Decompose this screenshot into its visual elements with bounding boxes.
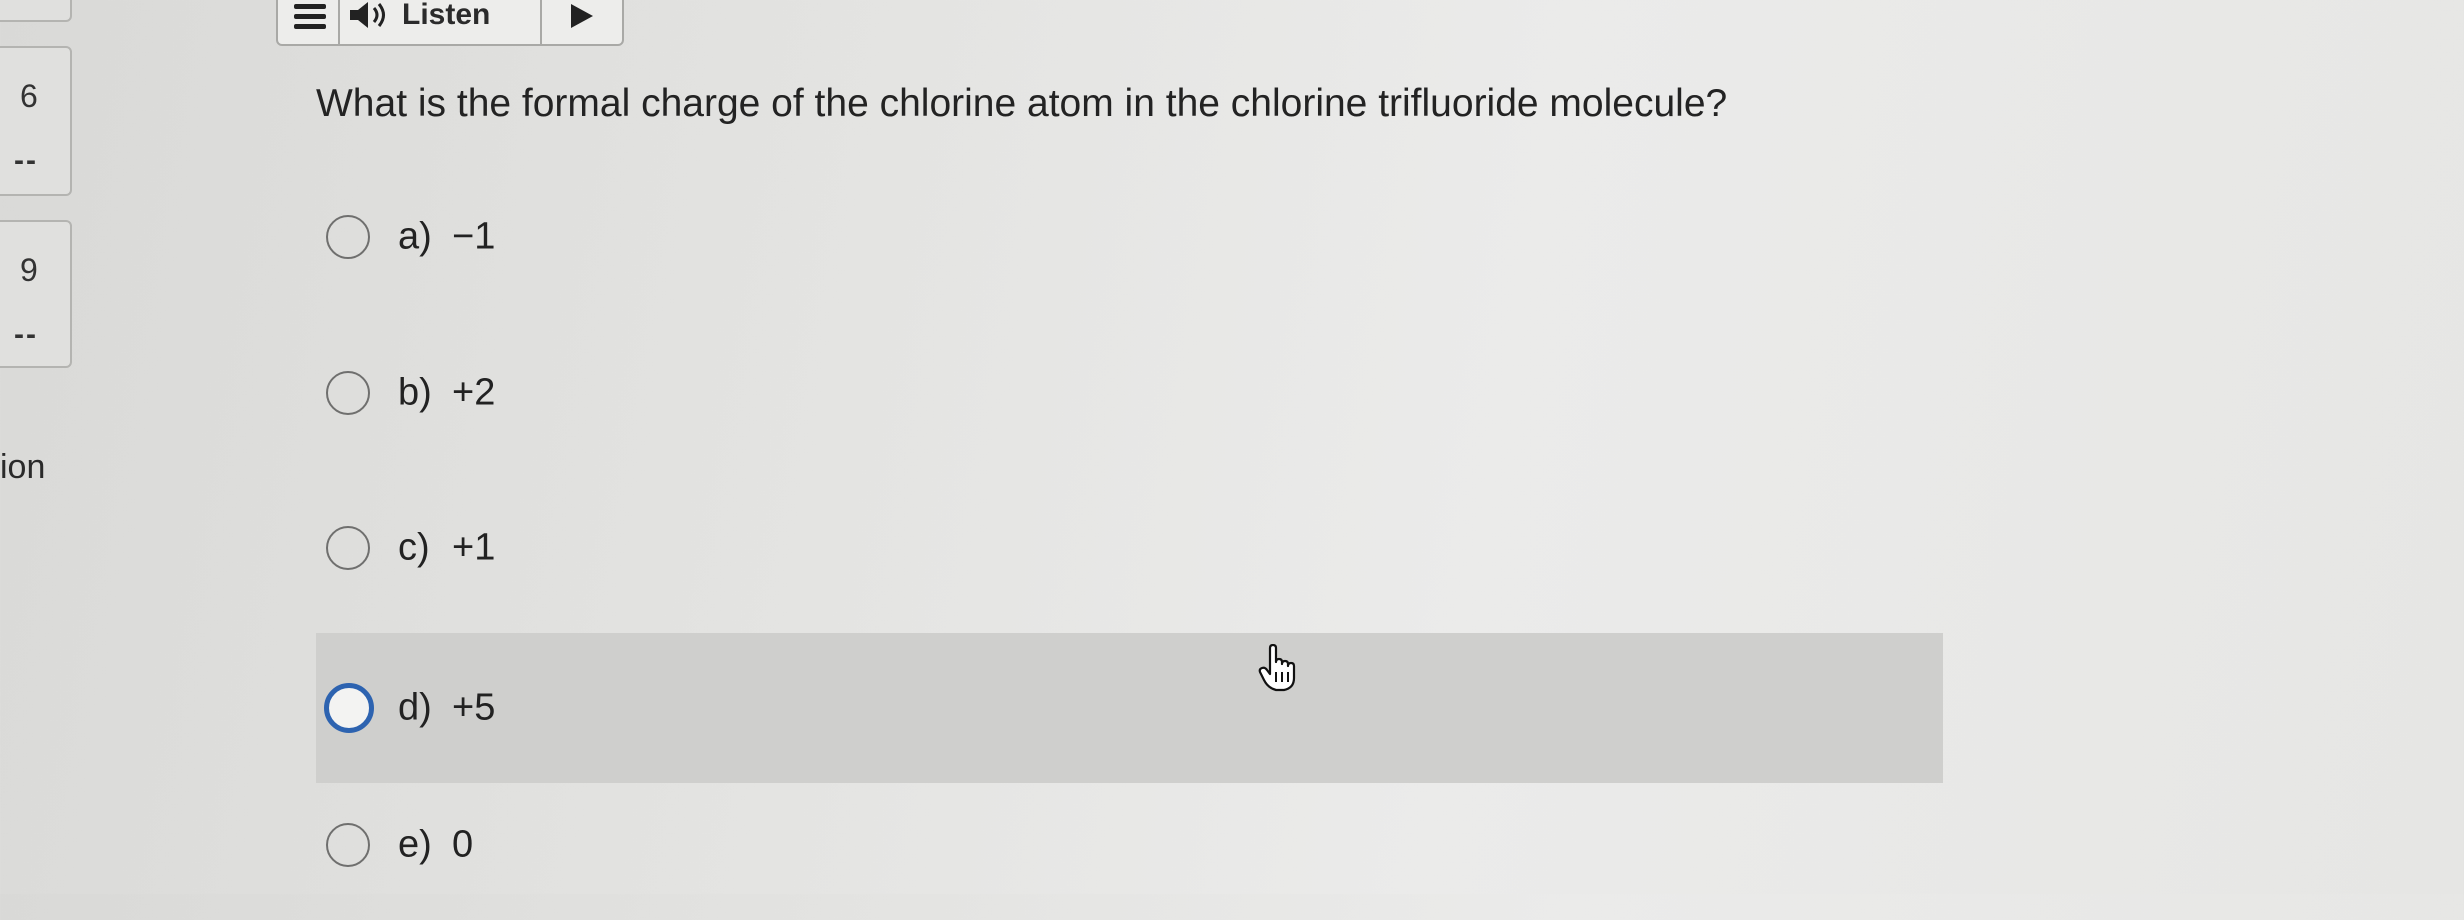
question-nav-status: -- [14, 318, 38, 351]
radio-button[interactable] [324, 683, 374, 733]
answer-option-e[interactable]: e) 0 [316, 770, 1943, 920]
option-letter: a) [398, 215, 432, 258]
hand-cursor-icon [1258, 644, 1296, 692]
question-nav-status: -- [14, 144, 38, 177]
answer-option-a[interactable]: a) −1 [316, 162, 1943, 312]
option-letter: b) [398, 371, 432, 414]
listen-toolbar: Listen [276, 0, 624, 46]
speaker-icon [350, 2, 385, 28]
answer-option-d[interactable]: d) +5 [316, 633, 1943, 783]
question-nav-item-9[interactable]: 9 -- [0, 220, 72, 368]
option-letter: e) [398, 823, 432, 866]
play-button[interactable] [542, 0, 622, 44]
option-letter: d) [398, 686, 432, 729]
listen-label: Listen [402, 0, 491, 31]
radio-button[interactable] [326, 371, 370, 415]
radio-button[interactable] [326, 526, 370, 570]
option-value: 0 [452, 823, 474, 866]
option-value: +1 [452, 526, 496, 569]
option-value: −1 [452, 215, 496, 258]
question-nav-item-6[interactable]: 6 -- [0, 46, 72, 196]
play-icon [571, 4, 593, 28]
answer-option-b[interactable]: b) +2 [316, 318, 1943, 468]
question-text: What is the formal charge of the chlorin… [316, 82, 1728, 125]
listen-button[interactable]: Listen [340, 0, 540, 44]
option-value: +5 [452, 686, 496, 729]
radio-button[interactable] [326, 215, 370, 259]
radio-button[interactable] [326, 823, 370, 867]
option-value: +2 [452, 371, 496, 414]
question-nav-item-previous[interactable] [0, 0, 72, 22]
answer-option-c[interactable]: c) +1 [316, 473, 1943, 623]
question-nav-number: 6 [20, 78, 38, 114]
sidebar-partial-label: ion [0, 448, 46, 486]
option-letter: c) [398, 526, 430, 569]
question-nav-number: 9 [20, 252, 38, 288]
hamburger-menu-icon[interactable] [278, 0, 338, 44]
